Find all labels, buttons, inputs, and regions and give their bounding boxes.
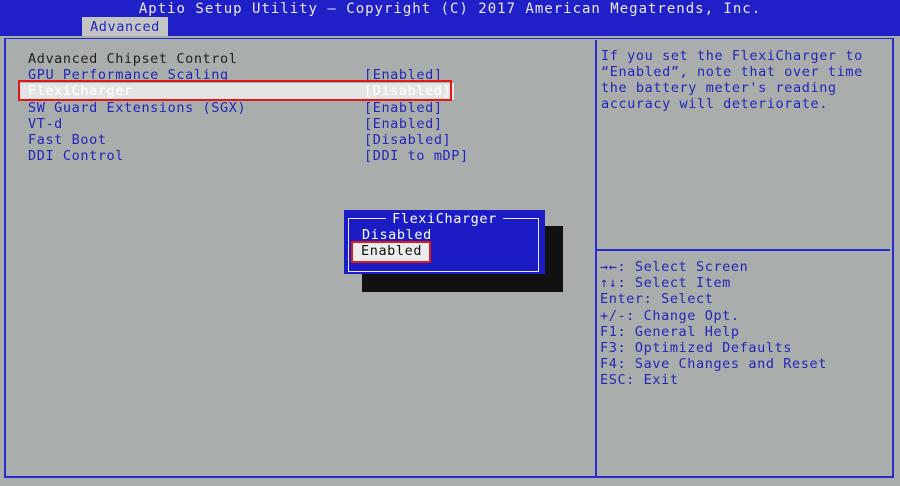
key-help-item: F4: Save Changes and Reset <box>600 356 827 373</box>
setting-label: DDI Control <box>28 148 125 164</box>
key-help-item: F3: Optimized Defaults <box>600 340 793 357</box>
setting-value[interactable]: [Disabled] <box>364 132 451 148</box>
key-help-list: →←: Select Screen ↑↓: Select Item Enter:… <box>600 259 827 389</box>
popup-title-text: FlexiCharger <box>386 211 503 227</box>
setting-value[interactable]: [Enabled] <box>364 67 443 83</box>
setting-row-ddi-control[interactable]: DDI Control [DDI to mDP] <box>18 148 468 165</box>
panel-divider-vertical <box>595 40 597 476</box>
key-help-item: ↑↓: Select Item <box>600 275 731 292</box>
popup-option-enabled[interactable]: Enabled <box>351 241 431 263</box>
key-help-item: ESC: Exit <box>600 372 679 389</box>
title-bar: Aptio Setup Utility – Copyright (C) 2017… <box>0 0 900 36</box>
setting-row-sgx[interactable]: SW Guard Extensions (SGX) [Enabled] <box>18 100 454 117</box>
setting-label: GPU Performance Scaling <box>28 67 229 83</box>
setting-row-fast-boot[interactable]: Fast Boot [Disabled] <box>18 132 454 149</box>
setting-row-flexicharger[interactable]: FlexiCharger [Disabled] <box>18 83 454 100</box>
setting-value[interactable]: [Enabled] <box>364 100 443 116</box>
tab-advanced[interactable]: Advanced <box>82 17 168 36</box>
setting-label: VT-d <box>28 116 63 132</box>
key-help-item: →←: Select Screen <box>600 259 749 275</box>
section-title: Advanced Chipset Control <box>28 51 238 67</box>
setting-value[interactable]: [Enabled] <box>364 116 443 132</box>
setting-label: Fast Boot <box>28 132 107 148</box>
key-help-item: +/-: Change Opt. <box>600 307 740 324</box>
panel-divider-horizontal <box>597 249 890 251</box>
help-text: If you set the FlexiCharger to “Enabled”… <box>601 48 872 112</box>
setting-label: SW Guard Extensions (SGX) <box>28 100 247 116</box>
setting-value[interactable]: [DDI to mDP] <box>364 148 469 164</box>
setting-label: FlexiCharger <box>28 83 133 99</box>
app-title: Aptio Setup Utility – Copyright (C) 2017… <box>138 1 762 17</box>
key-help-item: F1: General Help <box>600 323 740 340</box>
setting-row-gpu-performance-scaling[interactable]: GPU Performance Scaling [Enabled] <box>18 67 454 84</box>
setting-value[interactable]: [Disabled] <box>364 83 451 99</box>
setting-row-vt-d[interactable]: VT-d [Enabled] <box>18 116 454 133</box>
key-help-item: Enter: Select <box>600 291 714 308</box>
flexicharger-popup: FlexiCharger Disabled Enabled <box>344 210 545 274</box>
popup-option-disabled[interactable]: Disabled <box>362 227 432 243</box>
popup-title: FlexiCharger <box>344 211 545 227</box>
